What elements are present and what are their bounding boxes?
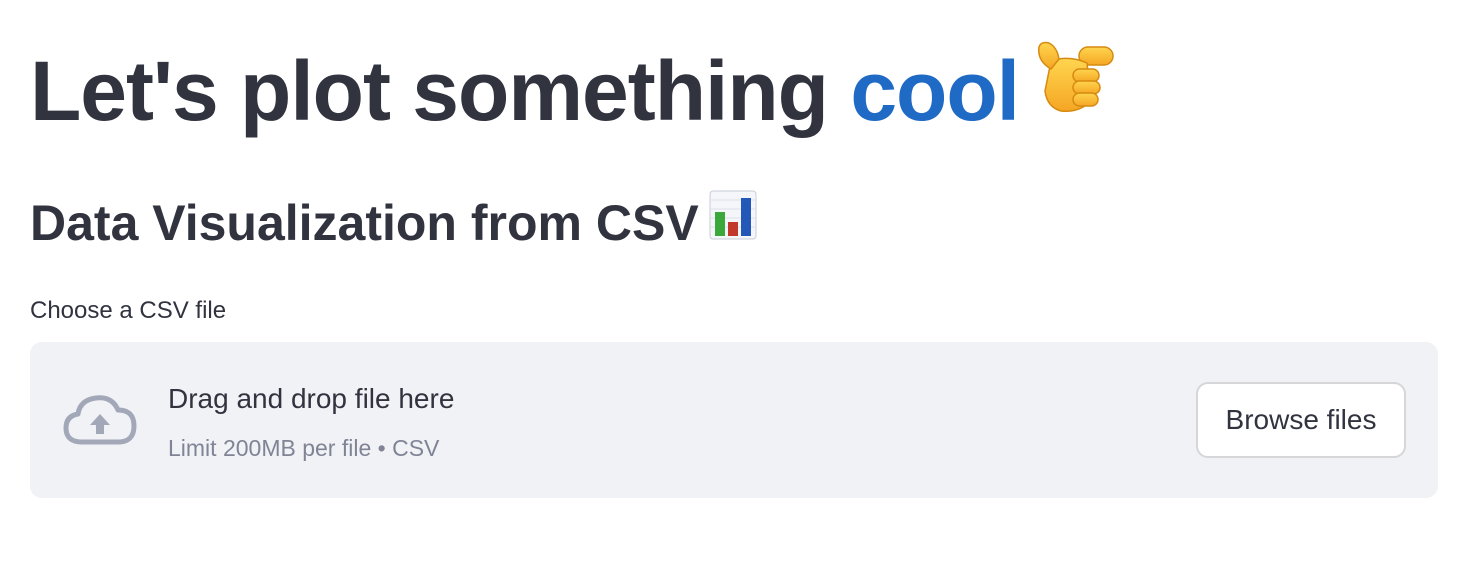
call-me-hand-icon bbox=[1029, 35, 1121, 145]
section-subtitle: Data Visualization from CSV bbox=[30, 188, 757, 262]
file-uploader-label: Choose a CSV file bbox=[30, 297, 227, 324]
section-subtitle-text: Data Visualization from CSV bbox=[30, 195, 699, 251]
dropzone-instructions: Drag and drop file here bbox=[168, 383, 455, 414]
app-page: Let's plot something cool Data Visualiza… bbox=[0, 0, 1468, 572]
file-dropzone[interactable]: Drag and drop file here Limit 200MB per … bbox=[30, 342, 1438, 498]
bar-chart-icon bbox=[709, 188, 757, 258]
cloud-upload-icon bbox=[63, 395, 137, 445]
dropzone-limit-text: Limit 200MB per file • CSV bbox=[168, 435, 440, 461]
browse-files-button[interactable]: Browse files bbox=[1196, 382, 1406, 458]
page-title: Let's plot something cool bbox=[30, 36, 1121, 153]
page-title-accent: cool bbox=[850, 44, 1020, 138]
page-title-text: Let's plot something bbox=[30, 44, 851, 138]
